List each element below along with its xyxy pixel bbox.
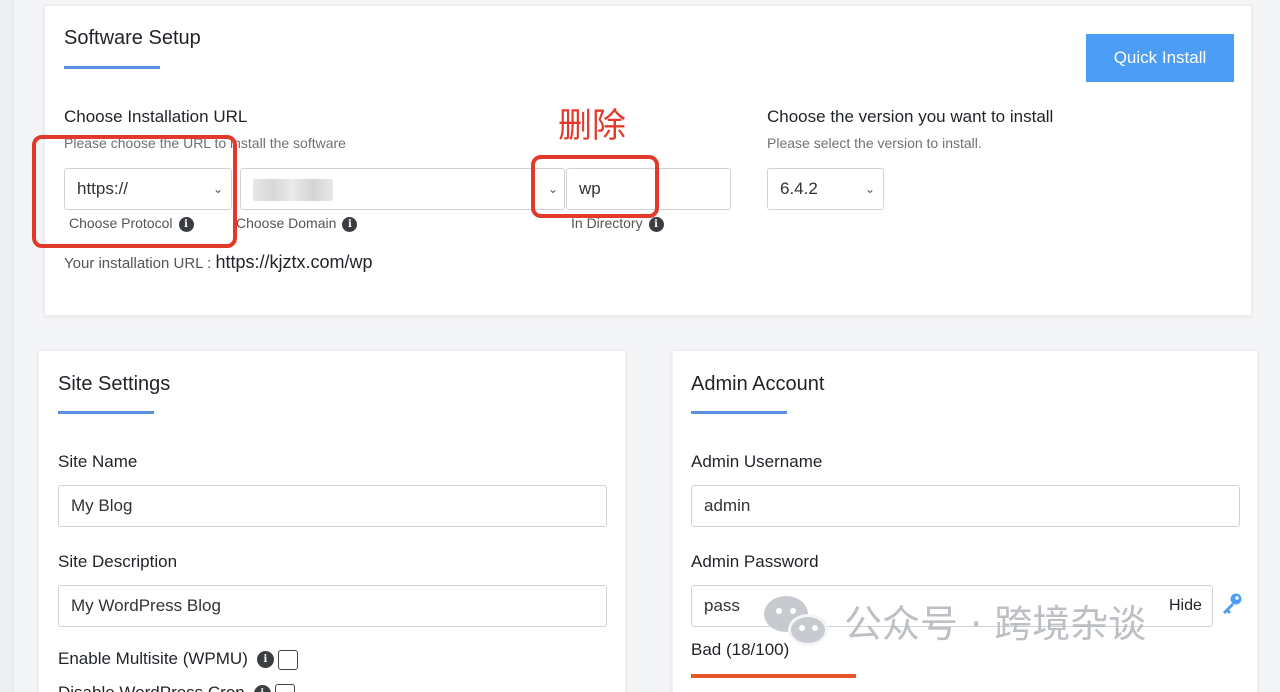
info-icon[interactable]: i [256,651,274,669]
directory-highlight-box [531,155,659,218]
multisite-row: Enable Multisite (WPMU) i [58,649,298,670]
version-select[interactable]: 6.4.2 ⌄ [767,168,884,210]
info-icon[interactable]: i [648,216,664,232]
site-name-value: My Blog [71,496,133,515]
admin-username-value: admin [704,496,751,515]
key-icon[interactable] [1219,591,1245,622]
admin-account-underline [691,411,787,414]
admin-password-value: pass [704,596,740,615]
chevron-down-icon: ⌄ [864,182,875,196]
password-strength-track [691,674,1240,678]
wechat-logo-icon [762,592,832,648]
info-icon[interactable]: i [253,685,271,692]
version-title: Choose the version you want to install [767,107,1054,126]
domain-label: Choose Domain [236,215,337,231]
domain-select[interactable]: ⌄ [240,168,565,210]
site-description-value: My WordPress Blog [71,596,221,615]
install-url-title: Choose Installation URL [64,107,248,126]
disable-cron-row: Disable WordPress Cron i [58,683,295,692]
info-icon[interactable]: i [342,216,358,232]
watermark-text: 公众号 · 跨境杂谈 [844,601,1147,646]
domain-label-row: Choose Domain i [236,215,358,232]
protocol-highlight-box [32,135,237,248]
admin-username-input[interactable]: admin [691,485,1240,527]
multisite-checkbox[interactable] [277,649,298,670]
software-setup-title: Software Setup [64,27,201,49]
site-description-label: Site Description [58,552,178,571]
wechat-watermark: 公众号 · 跨境杂谈 [762,592,1146,648]
version-select-value: 6.4.2 [780,179,818,198]
delete-annotation-text: 删除 [558,106,626,146]
site-name-label: Site Name [58,452,138,471]
site-settings-title: Site Settings [58,373,171,395]
admin-password-label: Admin Password [691,552,819,571]
password-strength-bar [691,674,856,678]
installation-url-label: Your installation URL : [64,255,212,272]
domain-value-blurred [253,179,333,201]
version-hint: Please select the version to install. [767,135,982,151]
site-description-input[interactable]: My WordPress Blog [58,585,607,627]
admin-username-label: Admin Username [691,452,823,471]
disable-cron-checkbox[interactable] [274,683,295,692]
quick-install-button[interactable]: Quick Install [1086,34,1234,82]
installation-url-row: Your installation URL : https://kjztx.co… [64,252,373,273]
page-left-edge [0,0,14,692]
site-settings-underline [58,411,154,414]
software-setup-underline [64,66,160,69]
site-name-input[interactable]: My Blog [58,485,607,527]
admin-account-title: Admin Account [691,373,825,395]
installation-url-value: https://kjztx.com/wp [215,252,373,272]
multisite-label: Enable Multisite (WPMU) [58,649,248,668]
hide-password-button[interactable]: Hide [1169,597,1202,615]
site-settings-card: Site Settings Site Name My Blog Site Des… [38,350,626,692]
disable-cron-label: Disable WordPress Cron [58,683,245,692]
